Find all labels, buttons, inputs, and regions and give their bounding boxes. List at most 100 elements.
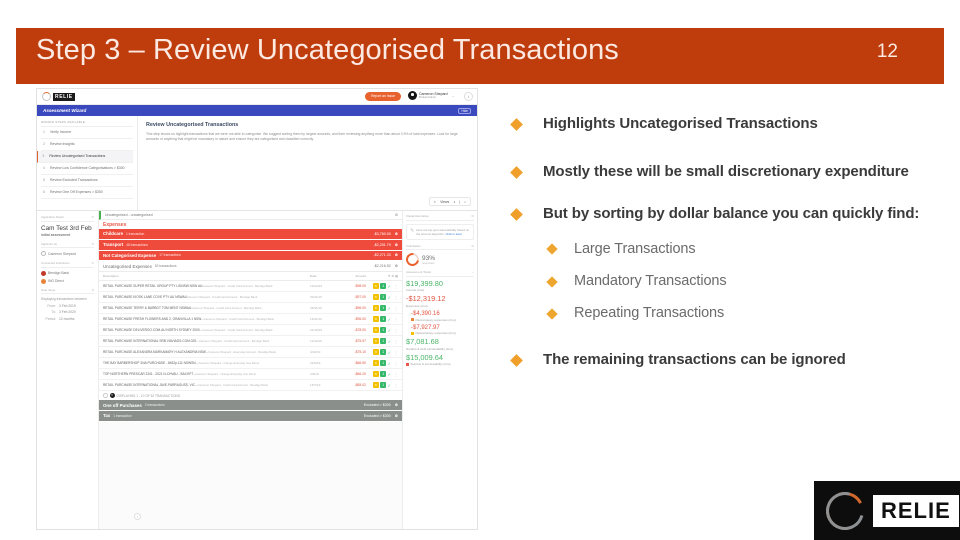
gear-icon[interactable]: ⚙ xyxy=(395,243,398,247)
more-options-icon[interactable]: ⋮ xyxy=(394,317,398,322)
gear-icon[interactable]: ⚙ xyxy=(395,264,398,268)
group-amount: Excluded > $300 xyxy=(363,413,391,418)
wizard-step-6[interactable]: 6 Review One Off Expenses > $300 xyxy=(41,187,133,199)
check-icon[interactable]: ✓ xyxy=(388,306,391,311)
tip-link[interactable]: Click to learn xyxy=(445,232,462,236)
wizard-step-5[interactable]: 5 Review Excluded Transactions xyxy=(41,175,133,187)
gear-icon[interactable]: ⚙ xyxy=(395,253,398,257)
gear-icon[interactable]: ⚙ xyxy=(395,232,398,236)
check-icon[interactable]: ✓ xyxy=(388,350,391,355)
wizard-step-1[interactable]: 1 Verify Income xyxy=(41,127,133,139)
sub-bullet-text: Large Transactions xyxy=(574,240,696,257)
diamond-bullet-icon xyxy=(510,166,523,179)
table-row[interactable]: RETAIL PURCHASE TERRY & BARBOT TOM MENT … xyxy=(99,303,402,315)
uncategorised-group-header[interactable]: Uncategorised - uncategorised ⚙ xyxy=(99,211,402,220)
info-icon[interactable]: i xyxy=(464,92,473,101)
relie-ring-icon xyxy=(42,92,51,101)
report-issue-button[interactable]: Report an Issue xyxy=(365,92,401,101)
transaction-account: Cameron Shepard - Orange Everyday Use Di… xyxy=(195,371,257,376)
wizard-step-3[interactable]: 3 Review Uncategorised Transactions xyxy=(37,150,133,163)
gear-icon[interactable]: ⚙ xyxy=(91,215,94,219)
gear-icon[interactable]: ⚙ xyxy=(395,403,398,407)
check-icon[interactable]: ✓ xyxy=(388,383,391,388)
step-label: Verify Income xyxy=(50,130,72,135)
column-description[interactable]: Description xyxy=(103,274,310,278)
category-row-not-categorised[interactable]: Not Categorised Expense 17 transactions … xyxy=(99,250,402,262)
radio-icon[interactable] xyxy=(103,393,108,398)
chevron-down-icon[interactable]: ⌄ xyxy=(471,270,474,274)
column-amount[interactable]: Amount xyxy=(338,274,366,278)
gear-icon[interactable]: ⚙ xyxy=(471,214,474,218)
table-row[interactable]: RETAIL PURCHASE INTERNATIONAL SRB.VIAVIA… xyxy=(99,336,402,348)
wizard-step-4[interactable]: 4 Review Low Confidence Categorisations … xyxy=(41,163,133,175)
filter-icon[interactable]: ◐ xyxy=(434,200,436,204)
metric-caption: Expenses (/mo) xyxy=(406,303,428,308)
wizard-toolbar[interactable]: ◐ Views ◑ | ⌕ xyxy=(429,197,471,206)
hide-wizard-button[interactable]: Hide xyxy=(458,107,471,114)
gear-icon[interactable]: ⚙ xyxy=(91,288,94,292)
transaction-account: Cameron Shepard - Credit Card Account - … xyxy=(202,327,273,332)
more-options-icon[interactable]: ⋮ xyxy=(394,306,398,311)
check-icon[interactable]: ✓ xyxy=(388,372,391,377)
gear-icon[interactable]: ⚙ xyxy=(91,261,94,265)
user-menu[interactable]: Cameron Shepard Broker/Admin ⌄ xyxy=(408,91,455,100)
transactions-panel: Uncategorised - uncategorised ⚙ Expenses… xyxy=(99,211,402,529)
group-row-tax[interactable]: Tax 1 transaction Excluded > $300 ⚙ xyxy=(99,410,402,422)
table-row[interactable]: RETAIL PURCHASE SUPER RETAIL GROUP PTY L… xyxy=(99,281,402,293)
table-row[interactable]: RETAIL PURCHASE ALEXANDRA MARKAMARY H AL… xyxy=(99,347,402,359)
institution-name: ING Direct xyxy=(48,279,64,283)
institution-name: Bendigo Bank xyxy=(48,271,70,275)
expand-icon[interactable]: ✦ xyxy=(109,393,115,399)
table-row[interactable]: RETAIL PURCHASE FRESH FLOWERS AND 2, GRA… xyxy=(99,314,402,326)
views-label: Views xyxy=(440,199,450,204)
more-options-icon[interactable]: ⋮ xyxy=(394,339,398,344)
confidence-badge: n xyxy=(372,371,379,378)
check-icon[interactable]: ✓ xyxy=(388,339,391,344)
category-row-uncategorised-expenses[interactable]: Uncategorised Expenses 52 transactions -… xyxy=(99,261,402,273)
collapse-panel-button[interactable]: ‹ xyxy=(134,513,141,520)
more-options-icon[interactable]: ⋮ xyxy=(394,383,398,388)
label-text: Date range xyxy=(41,287,56,292)
check-icon[interactable]: ✓ xyxy=(388,295,391,300)
more-options-icon[interactable]: ⋮ xyxy=(394,361,398,366)
more-options-icon[interactable]: ⋮ xyxy=(394,372,398,377)
label-text: Connected Institutions xyxy=(41,261,70,265)
gear-icon[interactable]: ⚙ xyxy=(91,242,94,246)
settings-icon[interactable]: ◑ xyxy=(453,200,455,204)
label-text: Assessment Totals xyxy=(406,270,431,275)
gear-icon[interactable]: ⚙ xyxy=(471,244,474,248)
check-icon[interactable]: ✓ xyxy=(388,361,391,366)
brand-name: RELIE xyxy=(881,497,951,523)
check-icon[interactable]: ✓ xyxy=(388,284,391,289)
table-row[interactable]: RETAIL PURCHASE INTERNATIONAL JAVE-PARRA… xyxy=(99,380,402,392)
chevron-down-icon[interactable]: ⌄ xyxy=(452,93,455,98)
step-number: 2 xyxy=(43,142,45,147)
metrics-panel: Visual Alternative ⚙ ✎ Here are top spot… xyxy=(402,211,477,529)
pagination-row[interactable]: ✦ DISPLAYING 1 - 10 OF 52 TRANSACTIONS xyxy=(99,391,402,401)
check-icon[interactable]: ✓ xyxy=(388,328,391,333)
gear-icon[interactable]: ⚙ xyxy=(395,414,398,418)
column-date[interactable]: Date xyxy=(310,274,338,278)
table-row[interactable]: RETAIL PURCHASE DELIVEROO.COM.AU NORTH S… xyxy=(99,325,402,337)
check-icon[interactable]: ✓ xyxy=(388,317,391,322)
wizard-step-2[interactable]: 2 Review Insights xyxy=(41,139,133,151)
metric-value: $7,081.68 xyxy=(406,337,439,347)
table-row[interactable]: THE BAY BARBERSHOP 3/4A PURCHASE - 8b32p… xyxy=(99,358,402,370)
transaction-account: Cameron Shepard - Credit Card Account - … xyxy=(202,283,273,288)
table-row[interactable]: TOP NORTHERN PRESCAR 2341 - 2021 N-CHVAU… xyxy=(99,369,402,381)
table-row[interactable]: RETAIL PURCHASE KIOSK LANE COVE PTY AU N… xyxy=(99,292,402,304)
more-options-icon[interactable]: ⋮ xyxy=(394,350,398,355)
category-row-transport[interactable]: Transport 48 transactions -$2,251.79 ⚙ xyxy=(99,239,402,251)
more-options-icon[interactable]: ⋮ xyxy=(394,284,398,289)
group-row-one-off-purchases[interactable]: One off Purchases 2 transactions Exclude… xyxy=(99,400,402,411)
transaction-description: RETAIL PURCHASE TERRY & BARBOT TOM MENT … xyxy=(103,305,192,310)
more-options-icon[interactable]: ⋮ xyxy=(394,295,398,300)
metric-caption: Discretionary expenses (/mo) xyxy=(411,318,474,322)
category-row-childcare[interactable]: Childcare 1 transaction -$3,760.00 ⚙ xyxy=(99,229,402,240)
transaction-description: RETAIL PURCHASE FRESH FLOWERS AND 2, GRA… xyxy=(103,316,204,321)
step-number: 5 xyxy=(43,177,45,182)
gear-icon[interactable]: ⚙ xyxy=(395,213,398,217)
transaction-amount: -$75.10 xyxy=(354,350,367,355)
more-options-icon[interactable]: ⋮ xyxy=(394,328,398,333)
search-icon[interactable]: ⌕ xyxy=(464,200,466,204)
